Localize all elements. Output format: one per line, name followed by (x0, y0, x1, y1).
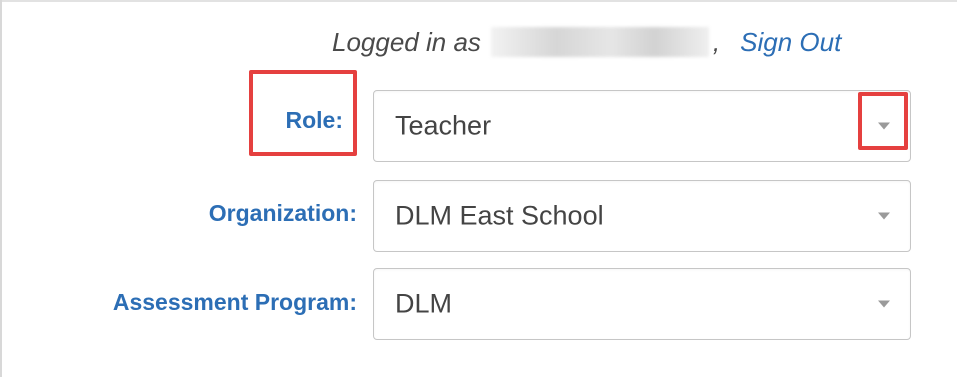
login-status: Logged in as , Sign Out (332, 22, 841, 62)
chevron-down-icon[interactable] (878, 122, 890, 130)
assessment-program-select[interactable]: DLM (373, 268, 911, 340)
assessment-program-selected-value: DLM (395, 288, 453, 319)
organization-select[interactable]: DLM East School (373, 180, 911, 252)
role-label: Role: (285, 107, 344, 133)
organization-selected-value: DLM East School (395, 200, 604, 231)
chevron-down-icon[interactable] (878, 300, 890, 308)
organization-label: Organization: (208, 200, 357, 226)
sign-out-link[interactable]: Sign Out (740, 27, 841, 58)
assessment-program-label: Assessment Program: (112, 289, 357, 315)
login-comma: , (712, 26, 721, 57)
chevron-down-icon[interactable] (878, 212, 890, 220)
role-selected-value: Teacher (395, 110, 492, 141)
logged-in-label: Logged in as (332, 26, 481, 57)
frame-top-border (0, 0, 957, 2)
frame-left-border (0, 0, 2, 377)
role-select[interactable]: Teacher (373, 90, 911, 162)
redacted-username (490, 27, 709, 57)
